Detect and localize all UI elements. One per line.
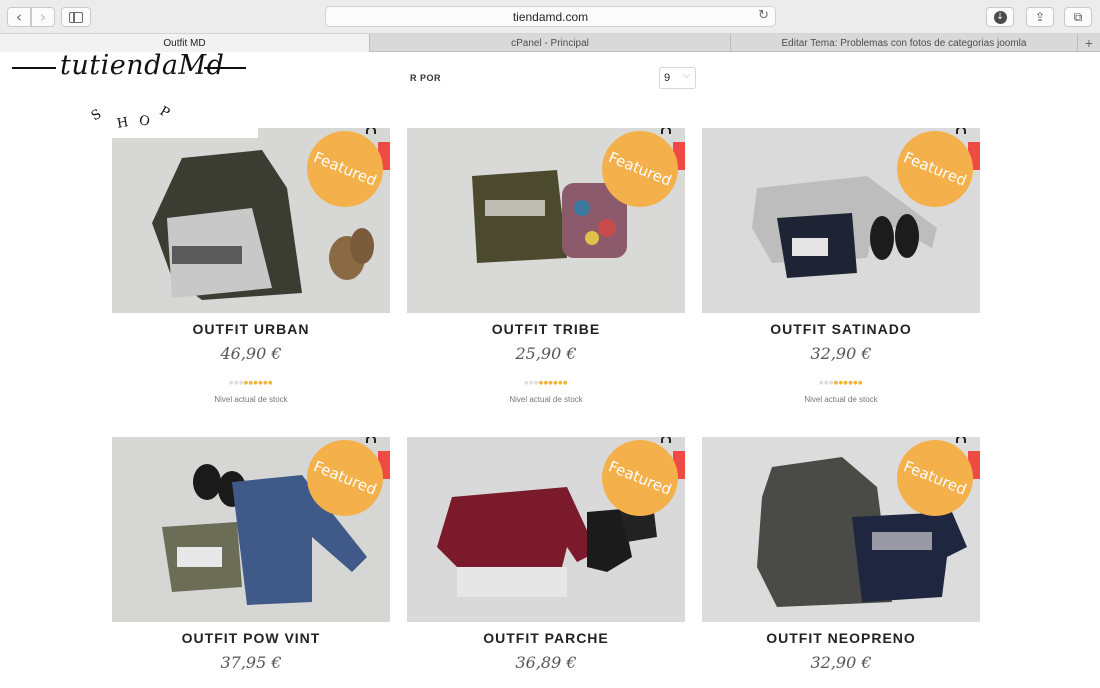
logo-text: tutiendaMd (60, 50, 225, 81)
featured-label: Featured (605, 148, 675, 190)
stock-level-indicator: ●●●●●●●●● (524, 380, 568, 386)
site-logo[interactable]: tutiendaMd S H O P (12, 50, 252, 132)
stock-label: Nivel actual de stock (804, 395, 878, 404)
featured-label: Featured (900, 148, 970, 190)
product-title[interactable]: OUTFIT SATINADO (702, 321, 980, 337)
chevron-right-icon: › (40, 8, 46, 26)
browser-toolbar: ‹ › tiendamd.com ↻ ↓ ⇪ ⧉ (0, 0, 1100, 34)
per-page-value: 9 (664, 72, 671, 84)
product-title[interactable]: OUTFIT URBAN (112, 321, 390, 337)
product-price: 46,90 € (220, 344, 282, 363)
product-image[interactable]: Featured (702, 437, 980, 622)
product-title[interactable]: OUTFIT PARCHE (407, 630, 685, 646)
product-price: 36,89 € (515, 653, 577, 672)
sidebar-toggle-button[interactable] (61, 7, 91, 27)
per-page-select[interactable]: 9 ⌵ (659, 67, 696, 89)
tab-cpanel[interactable]: cPanel - Principal (370, 34, 731, 52)
reload-icon[interactable]: ↻ (758, 8, 769, 23)
logo-letter: H (115, 115, 130, 132)
hanger-icon (661, 128, 671, 134)
hanger-icon (956, 128, 966, 134)
product-price: 37,95 € (220, 653, 282, 672)
forward-button[interactable]: › (31, 7, 55, 27)
share-button[interactable]: ⇪ (1026, 7, 1054, 27)
featured-badge: Featured (602, 440, 678, 516)
featured-badge: Featured (602, 131, 678, 207)
product-price: 25,90 € (515, 344, 577, 363)
hanger-icon (956, 437, 966, 443)
product-image[interactable]: Featured (112, 128, 390, 313)
product-image[interactable]: Featured (702, 128, 980, 313)
url-text: tiendamd.com (512, 9, 589, 24)
plus-icon: + (1084, 34, 1094, 51)
new-tab-button[interactable]: + (1078, 34, 1100, 51)
hanger-icon (661, 437, 671, 443)
product-image[interactable]: Featured (407, 437, 685, 622)
address-bar[interactable]: tiendamd.com ↻ (325, 6, 776, 27)
tab-label: Outfit MD (163, 37, 206, 49)
back-button[interactable]: ‹ (7, 7, 31, 27)
featured-label: Featured (310, 148, 380, 190)
order-by-label: R POR (410, 73, 442, 83)
stock-level-indicator: ●●●●●●●●● (819, 380, 863, 386)
product-image[interactable]: Featured (112, 437, 390, 622)
product-title[interactable]: OUTFIT NEOPRENO (702, 630, 980, 646)
featured-badge: Featured (897, 131, 973, 207)
featured-label: Featured (310, 457, 380, 499)
logo-line-right (204, 67, 246, 69)
hanger-icon (366, 437, 376, 443)
featured-badge: Featured (897, 440, 973, 516)
product-price: 32,90 € (810, 653, 872, 672)
featured-label: Featured (605, 457, 675, 499)
stock-level-indicator: ●●●●●●●●● (229, 380, 273, 386)
logo-letter: O (137, 113, 151, 130)
tab-label: Editar Tema: Problemas con fotos de cate… (781, 37, 1027, 49)
tab-editar-tema[interactable]: Editar Tema: Problemas con fotos de cate… (731, 34, 1078, 52)
chevron-down-icon: ⌵ (683, 71, 690, 81)
stock-label: Nivel actual de stock (509, 395, 583, 404)
tab-label: cPanel - Principal (511, 37, 589, 49)
featured-badge: Featured (307, 440, 383, 516)
logo-line-left (12, 67, 56, 69)
logo-letter: P (156, 103, 172, 122)
share-icon: ⇪ (1034, 10, 1046, 24)
product-image[interactable]: Featured (407, 128, 685, 313)
chevron-left-icon: ‹ (16, 8, 22, 26)
hanger-icon (366, 128, 376, 134)
product-price: 32,90 € (810, 344, 872, 363)
featured-badge: Featured (307, 131, 383, 207)
show-tabs-button[interactable]: ⧉ (1064, 7, 1092, 27)
tabs-icon: ⧉ (1073, 9, 1083, 24)
product-title[interactable]: OUTFIT TRIBE (407, 321, 685, 337)
featured-label: Featured (900, 457, 970, 499)
downloads-button[interactable]: ↓ (986, 7, 1014, 27)
logo-letter: S (88, 106, 105, 125)
product-title[interactable]: OUTFIT POW VINT (112, 630, 390, 646)
sidebar-icon (69, 11, 83, 23)
download-icon: ↓ (993, 10, 1007, 24)
stock-label: Nivel actual de stock (214, 395, 288, 404)
